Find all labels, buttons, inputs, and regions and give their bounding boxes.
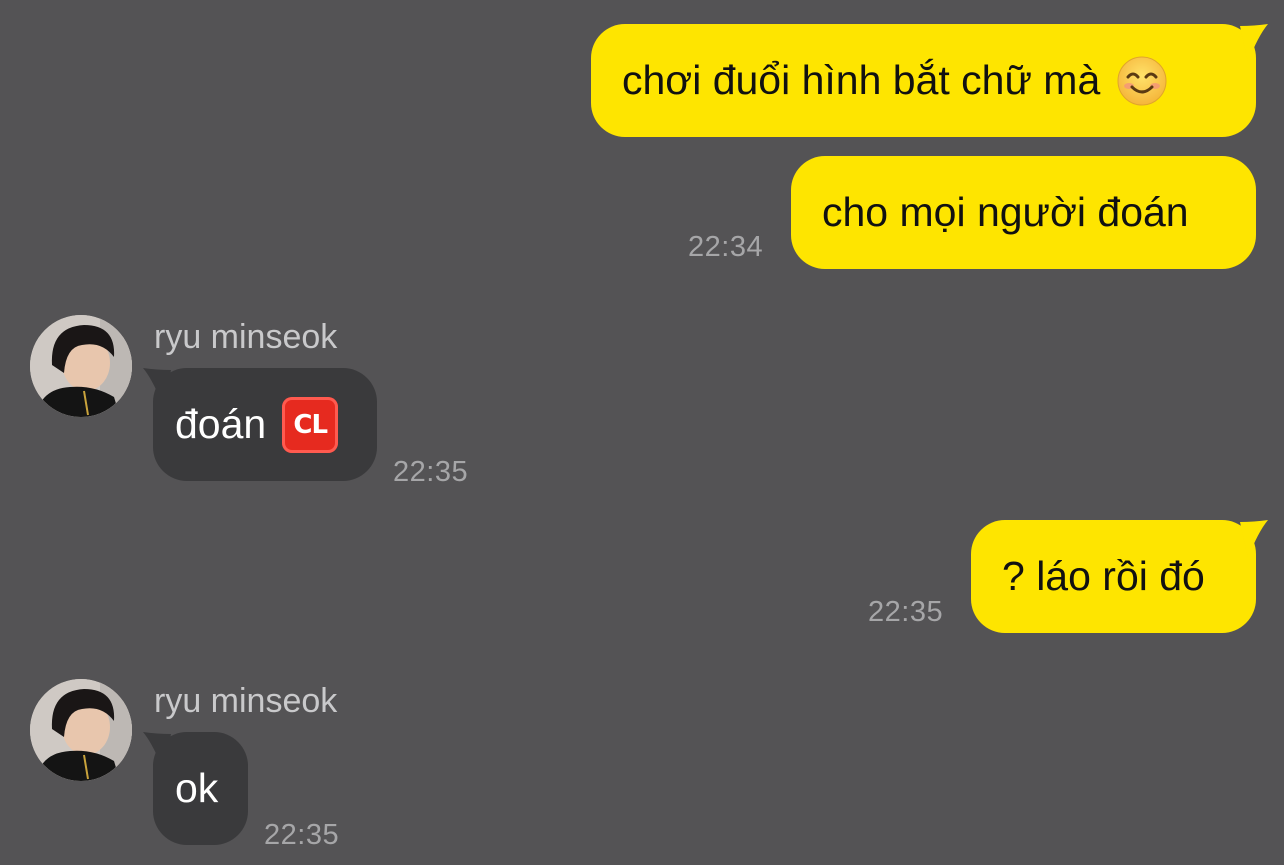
incoming-message-bubble[interactable]: ok bbox=[143, 732, 248, 845]
avatar-photo bbox=[30, 679, 132, 781]
message-text: đoán bbox=[175, 401, 267, 447]
sender-name: ryu minseok bbox=[154, 682, 338, 720]
bubble-tail bbox=[143, 732, 171, 770]
incoming-message-bubble[interactable]: đoán CL bbox=[143, 368, 377, 481]
avatar-photo bbox=[30, 315, 132, 417]
message-timestamp: 22:35 bbox=[868, 596, 944, 628]
chat-area[interactable]: chơi đuổi hình bắt chữ mà cho mọi người … bbox=[0, 0, 1284, 865]
outgoing-message-bubble[interactable]: chơi đuổi hình bắt chữ mà bbox=[591, 24, 1268, 137]
bubble-tail bbox=[1240, 520, 1268, 558]
smiling-face-icon bbox=[1117, 56, 1167, 105]
cl-button-icon: CL bbox=[282, 396, 339, 453]
message-timestamp: 22:35 bbox=[264, 819, 340, 851]
outgoing-message-bubble[interactable]: ? láo rồi đó bbox=[971, 520, 1268, 633]
bubble-tail bbox=[143, 368, 171, 406]
message-text: cho mọi người đoán bbox=[822, 189, 1189, 235]
avatar[interactable] bbox=[30, 679, 132, 781]
outgoing-message-bubble[interactable]: cho mọi người đoán bbox=[791, 156, 1256, 269]
message-timestamp: 22:35 bbox=[393, 456, 469, 488]
message-text: chơi đuổi hình bắt chữ mà bbox=[622, 57, 1101, 103]
bubble-tail bbox=[1240, 24, 1268, 62]
avatar[interactable] bbox=[30, 315, 132, 417]
message-timestamp: 22:34 bbox=[688, 231, 764, 263]
sender-name: ryu minseok bbox=[154, 318, 338, 356]
message-text: ? láo rồi đó bbox=[1002, 553, 1205, 599]
message-text: ok bbox=[175, 765, 219, 811]
